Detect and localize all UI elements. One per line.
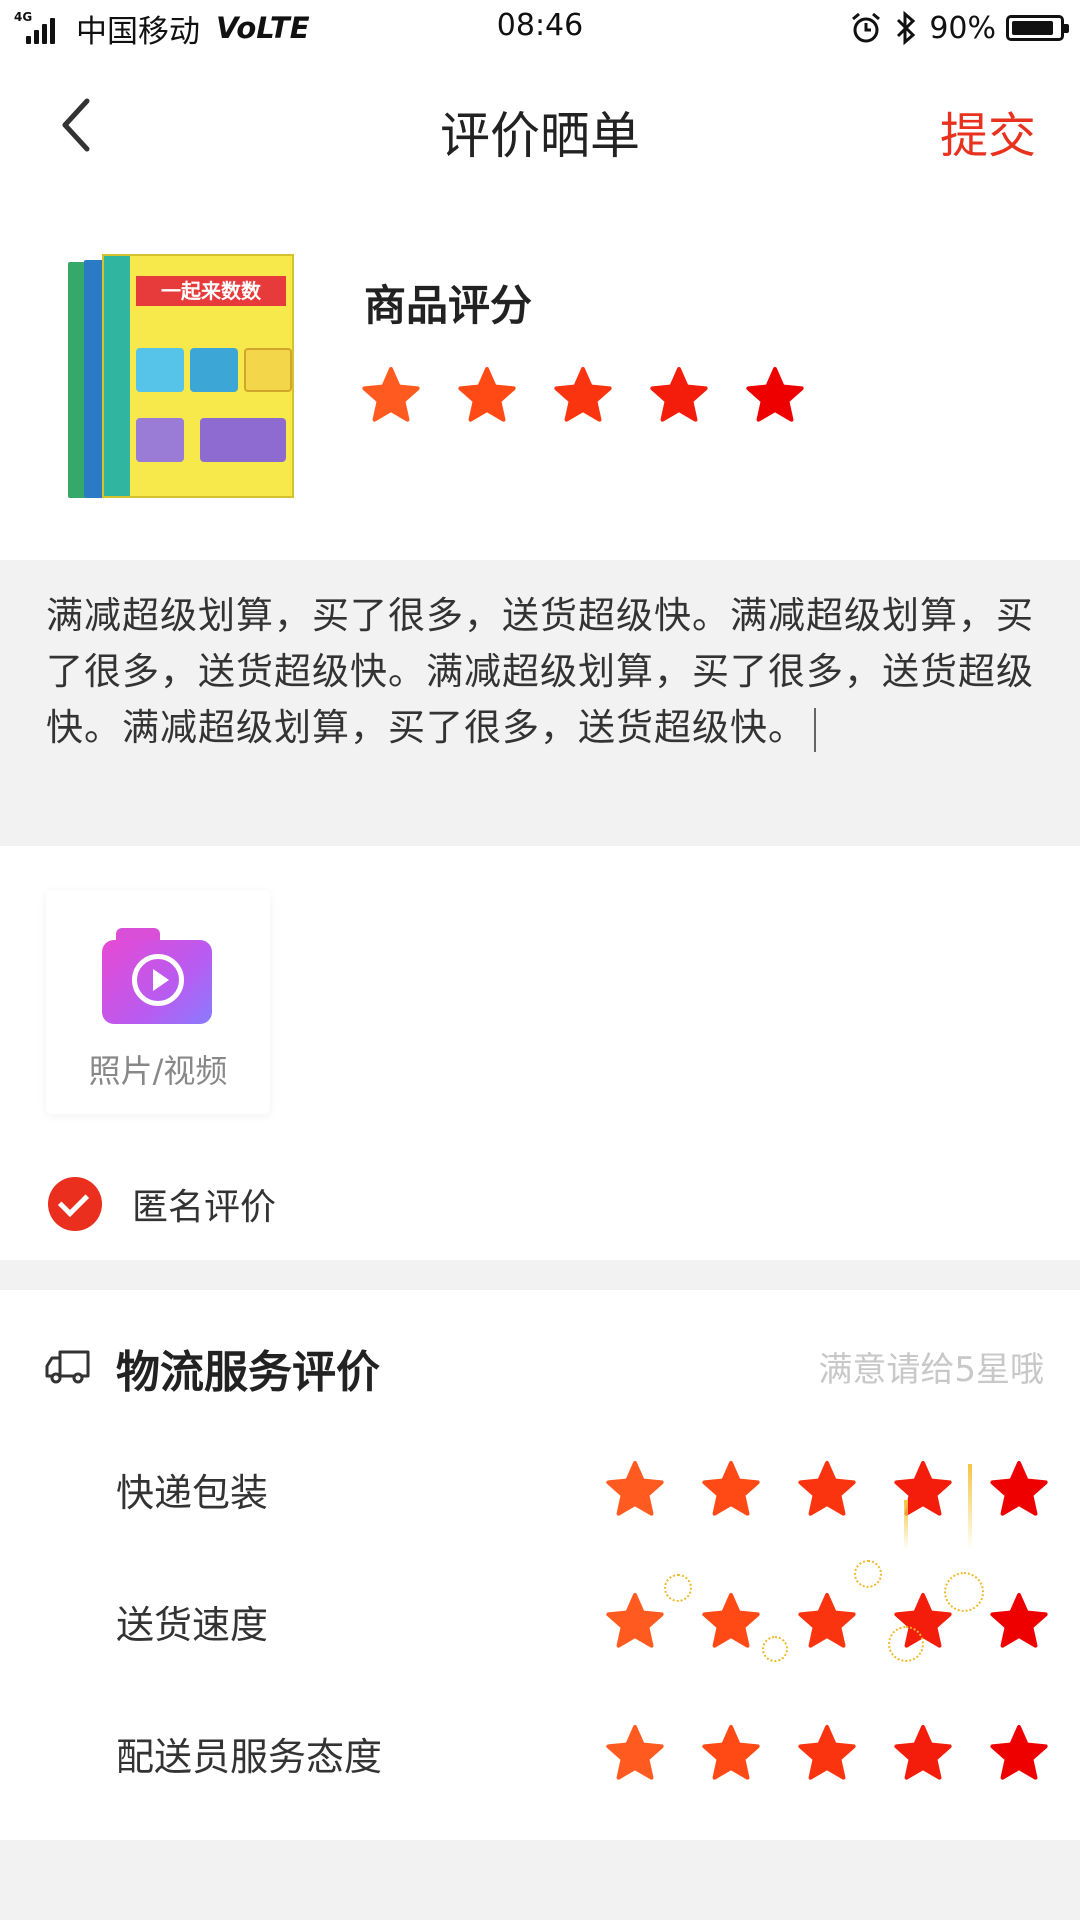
logistics-label: 快递包装 xyxy=(116,1471,269,1515)
media-section: 照片/视频 匿名评价 xyxy=(0,846,1080,1260)
review-content: 满减超级划算，买了很多，送货超级快。满减超级划算，买了很多，送货超级快。满减超级… xyxy=(46,594,1034,749)
product-rating-title: 商品评分 xyxy=(364,281,533,330)
page-title: 评价晒单 xyxy=(440,107,640,165)
sparkle-decoration xyxy=(888,1626,924,1662)
star-icon[interactable] xyxy=(894,1724,952,1782)
upload-label: 照片/视频 xyxy=(88,1052,228,1090)
logistics-label: 配送员服务态度 xyxy=(116,1735,383,1779)
star-icon[interactable] xyxy=(798,1592,856,1650)
sparkle-decoration xyxy=(904,1500,908,1550)
star-icon[interactable] xyxy=(606,1592,664,1650)
anonymous-label: 匿名评价 xyxy=(132,1187,277,1228)
bluetooth-icon xyxy=(897,10,916,46)
star-icon[interactable] xyxy=(746,366,804,424)
sparkle-decoration xyxy=(968,1464,972,1550)
star-icon[interactable] xyxy=(990,1460,1048,1518)
courier-star-rating[interactable] xyxy=(606,1724,1048,1782)
star-icon[interactable] xyxy=(702,1592,760,1650)
star-icon[interactable] xyxy=(798,1724,856,1782)
star-icon[interactable] xyxy=(458,366,516,424)
review-textarea[interactable]: 满减超级划算，买了很多，送货超级快。满减超级划算，买了很多，送货超级快。满减超级… xyxy=(0,560,1080,846)
upload-media-button[interactable]: 照片/视频 xyxy=(46,890,270,1114)
battery-percent: 90% xyxy=(929,10,996,46)
star-icon[interactable] xyxy=(990,1724,1048,1782)
logistics-rating-section: 物流服务评价 满意请给5星哦 快递包装 送货速度 配送员服务态度 xyxy=(0,1290,1080,1840)
logistics-row-courier: 配送员服务态度 xyxy=(0,1714,1080,1794)
star-icon[interactable] xyxy=(650,366,708,424)
star-icon[interactable] xyxy=(362,366,420,424)
star-icon[interactable] xyxy=(798,1460,856,1518)
product-rating-section: 一起来数数 商品评分 xyxy=(0,196,1080,560)
logistics-row-packaging: 快递包装 xyxy=(0,1450,1080,1530)
star-icon[interactable] xyxy=(554,366,612,424)
status-right: 90% xyxy=(849,8,1069,48)
sparkle-decoration xyxy=(664,1574,692,1602)
review-text[interactable]: 满减超级划算，买了很多，送货超级快。满减超级划算，买了很多，送货超级快。满减超级… xyxy=(46,588,1036,756)
logistics-hint: 满意请给5星哦 xyxy=(818,1350,1044,1390)
nav-header: 评价晒单 提交 xyxy=(0,56,1080,196)
star-icon[interactable] xyxy=(990,1592,1048,1650)
sparkle-decoration xyxy=(854,1560,882,1588)
star-icon[interactable] xyxy=(702,1724,760,1782)
product-image[interactable]: 一起来数数 xyxy=(64,254,294,504)
logistics-label: 送货速度 xyxy=(116,1603,269,1647)
sparkle-decoration xyxy=(944,1572,984,1612)
packaging-star-rating[interactable] xyxy=(606,1460,1048,1518)
star-icon[interactable] xyxy=(606,1724,664,1782)
product-star-rating[interactable] xyxy=(362,366,804,424)
text-caret xyxy=(814,707,816,752)
submit-button[interactable]: 提交 xyxy=(940,96,1036,166)
camera-video-icon xyxy=(102,928,212,1028)
sparkle-decoration xyxy=(762,1636,788,1662)
star-icon[interactable] xyxy=(606,1460,664,1518)
battery-icon xyxy=(1006,15,1069,41)
status-bar: 4G 中国移动 VoLTE 08:46 90% xyxy=(0,0,1080,56)
truck-icon xyxy=(45,1350,90,1384)
star-icon[interactable] xyxy=(894,1460,952,1518)
anonymous-toggle[interactable]: 匿名评价 xyxy=(48,1176,276,1232)
check-icon[interactable] xyxy=(48,1177,102,1231)
alarm-icon xyxy=(852,12,881,43)
star-icon[interactable] xyxy=(702,1460,760,1518)
logistics-title: 物流服务评价 xyxy=(116,1347,380,1398)
